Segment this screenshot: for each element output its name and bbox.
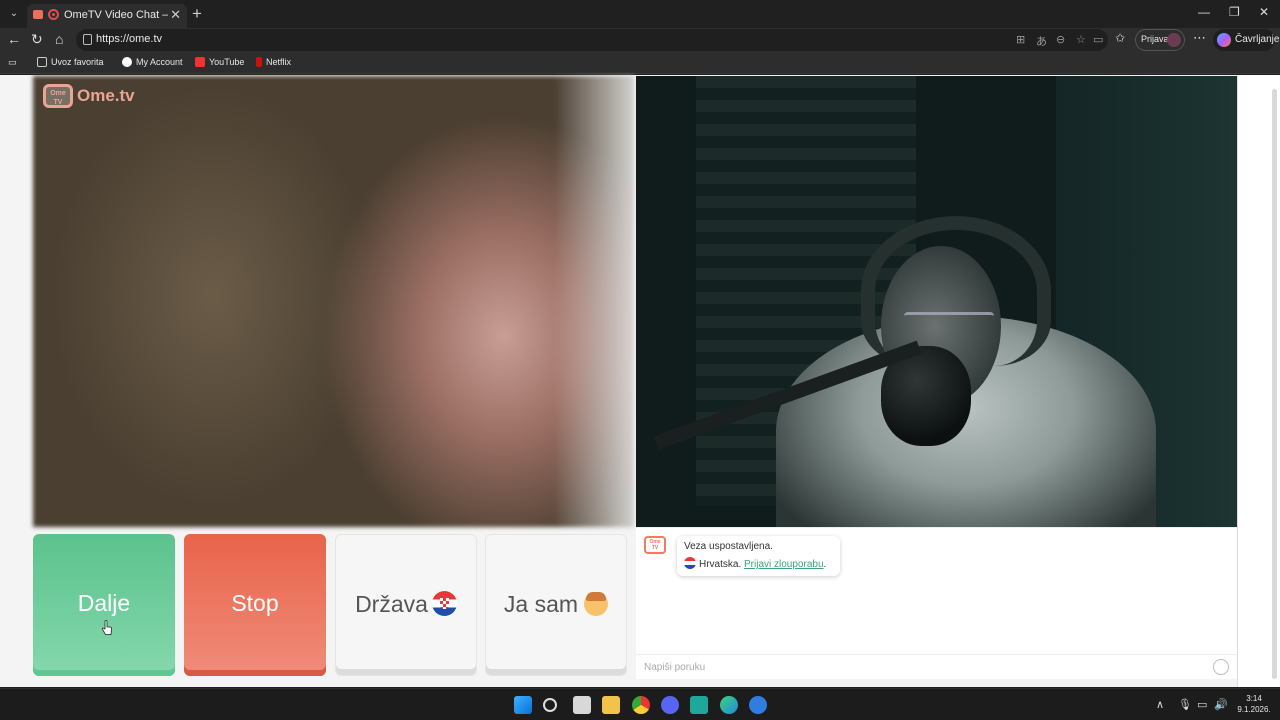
- camera-in-use-icon[interactable]: ▭: [1093, 33, 1103, 46]
- logo-tv-icon: Ome TV: [43, 84, 73, 108]
- back-arrow-icon[interactable]: ←: [7, 31, 21, 47]
- next-label: Dalje: [77, 590, 131, 616]
- next-button[interactable]: Dalje: [33, 534, 175, 676]
- stop-label: Stop: [231, 590, 279, 616]
- windows-taskbar: ∧ 🎙 ▭ 🔊 3:14 9.1.2026.: [0, 688, 1280, 720]
- report-suffix: .: [823, 559, 827, 570]
- home-icon[interactable]: ⌂: [55, 31, 63, 47]
- clock[interactable]: 3:14 9.1.2026.: [1232, 693, 1276, 715]
- favorite-import[interactable]: Uvoz favorita: [37, 57, 104, 67]
- url-text[interactable]: https://ome.tv: [96, 33, 162, 45]
- chat-panel: Ome TV Veza uspostavljena. Hrvatska. Pri…: [636, 527, 1237, 679]
- profile-label: Prijava: [1141, 34, 1169, 44]
- ometv-logo[interactable]: Ome TV Ome.tv: [43, 82, 143, 112]
- network-icon[interactable]: ▭: [1197, 698, 1207, 711]
- recording-icon: [48, 9, 59, 20]
- croatia-flag-icon: [684, 557, 696, 569]
- favorite-my-account[interactable]: My Account: [122, 57, 183, 67]
- tracking-icon[interactable]: ⊖: [1056, 33, 1065, 46]
- connected-text: Veza uspostavljena.: [684, 541, 773, 552]
- close-window-icon[interactable]: ✕: [1259, 5, 1269, 19]
- chrome-icon[interactable]: [632, 696, 650, 714]
- favorite-label: My Account: [136, 57, 183, 67]
- show-hidden-icons-icon[interactable]: ∧: [1156, 698, 1164, 711]
- ometv-favicon: [33, 10, 43, 19]
- hand-cursor-icon: [102, 620, 112, 635]
- message-placeholder: Napiši poruku: [644, 662, 706, 673]
- restore-icon[interactable]: ❐: [1229, 5, 1240, 19]
- app-available-icon[interactable]: ⊞: [1016, 33, 1025, 46]
- message-input[interactable]: Napiši poruku: [636, 654, 1237, 680]
- page-right-margin: [1237, 75, 1280, 687]
- stop-button[interactable]: Stop: [184, 534, 326, 676]
- new-tab-button[interactable]: +: [192, 4, 202, 24]
- discord-icon[interactable]: [661, 696, 679, 714]
- emoji-icon[interactable]: [1213, 659, 1229, 675]
- country-label-wrap: Država: [336, 591, 476, 618]
- system-message: Veza uspostavljena. Hrvatska. Prijavi zl…: [677, 536, 840, 576]
- favorite-label: YouTube: [209, 57, 245, 67]
- youtube-icon: [195, 57, 205, 67]
- app-icon[interactable]: [690, 696, 708, 714]
- favorite-star-icon[interactable]: ☆: [1076, 33, 1086, 46]
- sidebar-toggle-icon[interactable]: ▭: [8, 57, 17, 68]
- country-line: Hrvatska. Prijavi zlouporabu.: [684, 557, 826, 570]
- browser-title-bar: ⌄ OmeTV Video Chat — Omegle ✕ + — ❐ ✕: [0, 0, 1280, 28]
- favorite-label: Netflix: [266, 57, 292, 67]
- address-bar[interactable]: https://ome.tv ⊞ あ ⊖ ☆ ▭: [76, 29, 1108, 51]
- tab-ometv[interactable]: OmeTV Video Chat — Omegle ✕: [27, 4, 187, 28]
- favorites-collection-icon[interactable]: ✩: [1115, 31, 1125, 45]
- lock-icon: [83, 34, 92, 45]
- tab-close-icon[interactable]: ✕: [170, 7, 181, 23]
- translate-icon[interactable]: あ: [1036, 33, 1047, 49]
- croatia-flag-icon: [431, 591, 457, 616]
- time: 3:14: [1246, 694, 1262, 703]
- logo-text: Ome.tv: [77, 86, 135, 105]
- tab-list-chevron-icon[interactable]: ⌄: [4, 4, 24, 24]
- minimize-icon[interactable]: —: [1198, 5, 1210, 19]
- task-view-icon[interactable]: [573, 696, 591, 714]
- country-filter-button[interactable]: Država: [335, 534, 477, 676]
- favorite-youtube[interactable]: YouTube: [195, 57, 244, 67]
- gender-label-wrap: Ja sam: [486, 591, 626, 618]
- glasses-reflection: [904, 312, 994, 322]
- favorite-netflix[interactable]: Netflix: [256, 57, 291, 67]
- boy-face-icon: [584, 592, 609, 616]
- chat-bot-tv-icon: Ome TV: [644, 536, 666, 554]
- edge-icon[interactable]: [720, 696, 738, 714]
- self-video: [636, 76, 1237, 527]
- windows-start-icon[interactable]: [514, 696, 532, 714]
- copilot-label: Čavrljanje: [1235, 34, 1280, 45]
- netflix-icon: [256, 57, 262, 67]
- app-icon-2[interactable]: [749, 696, 767, 714]
- file-explorer-icon[interactable]: [602, 696, 620, 714]
- favorite-label: Uvoz favorita: [51, 57, 104, 67]
- chat-controls: Dalje Stop Država Ja sam: [33, 534, 634, 679]
- date: 9.1.2026.: [1237, 705, 1271, 714]
- search-icon[interactable]: [543, 698, 557, 712]
- favorites-bar: ▭ Uvoz favorita My Account YouTube Netfl…: [0, 52, 1280, 74]
- google-icon: [122, 57, 132, 67]
- gender-select-button[interactable]: Ja sam: [485, 534, 627, 676]
- gender-label: Ja sam: [503, 591, 579, 617]
- profile-button[interactable]: Prijava: [1135, 29, 1185, 51]
- partner-video: [33, 76, 634, 527]
- video-haze: [554, 76, 634, 527]
- avatar: [1167, 33, 1181, 47]
- scrollbar[interactable]: [1272, 89, 1277, 679]
- country-name: Hrvatska.: [699, 559, 742, 570]
- folder-icon: [37, 57, 47, 67]
- page-content: Ome TV Ome.tv Dalje Stop Država Ja sam O…: [0, 75, 1280, 687]
- more-options-icon[interactable]: ⋯: [1193, 30, 1206, 46]
- report-abuse-link[interactable]: Prijavi zlouporabu: [744, 559, 824, 570]
- address-bar-row: ← ↻ ⌂ https://ome.tv ⊞ あ ⊖ ☆ ▭ ✩ Prijava…: [0, 28, 1280, 52]
- refresh-icon[interactable]: ↻: [31, 31, 43, 48]
- copilot-icon: [1217, 33, 1231, 47]
- copilot-button[interactable]: Čavrljanje: [1213, 29, 1279, 51]
- microphone-icon[interactable]: 🎙: [1178, 698, 1192, 711]
- volume-icon[interactable]: 🔊: [1214, 698, 1228, 711]
- tab-title: OmeTV Video Chat — Omegle: [64, 9, 168, 21]
- country-label: Država: [355, 591, 428, 617]
